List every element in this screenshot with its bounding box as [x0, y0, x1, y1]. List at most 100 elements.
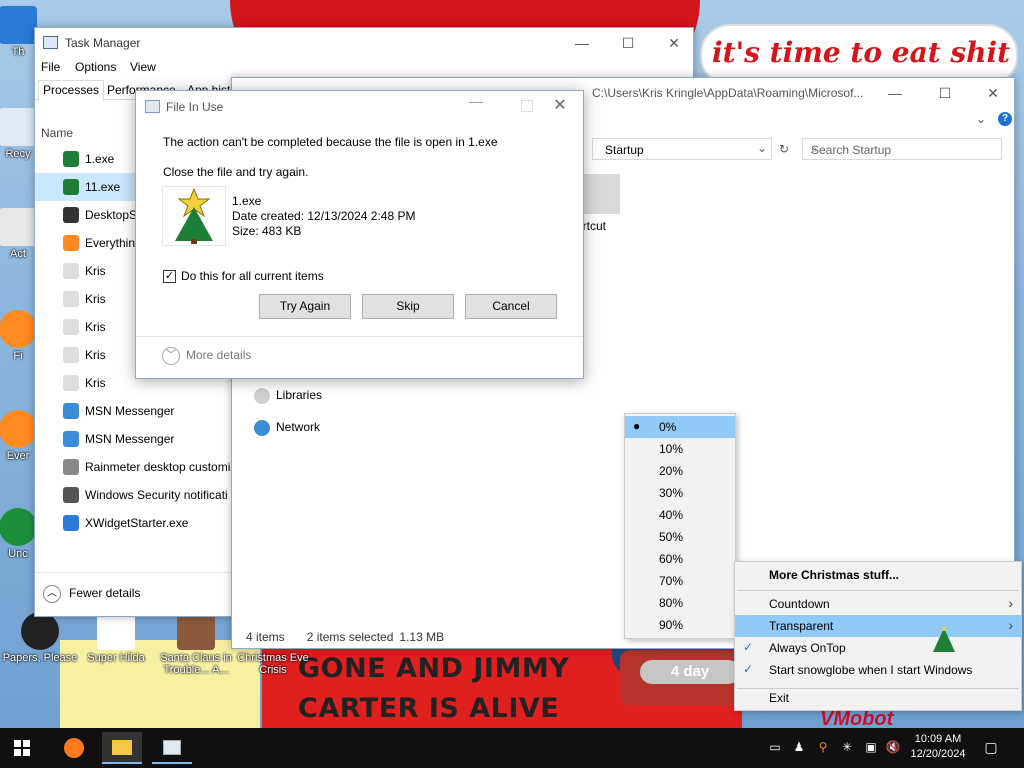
- divider: [737, 590, 1019, 591]
- more-details-button[interactable]: ﹀ More details: [162, 347, 251, 365]
- file-icon: [63, 347, 79, 363]
- divider: [136, 336, 583, 337]
- menu-item-more-christmas[interactable]: More Christmas stuff...: [735, 564, 1021, 586]
- rainmeter-icon: [63, 459, 79, 475]
- menu-item-percent[interactable]: 80%: [625, 592, 735, 614]
- nav-network[interactable]: Network: [254, 420, 320, 436]
- network-icon: [254, 420, 270, 436]
- menu-item-start-snowglobe-when-i-start-windows[interactable]: ✓ Start snowglobe when I start Windows: [735, 659, 1021, 681]
- status-size: 1.13 MB: [399, 630, 445, 644]
- process-name: 11.exe: [85, 180, 121, 194]
- process-name: XWidgetStarter.exe: [85, 516, 189, 530]
- menu-item-always-ontop[interactable]: ✓ Always OnTop: [735, 637, 1021, 659]
- maximize-button[interactable]: ☐: [605, 28, 651, 58]
- file-explorer-icon[interactable]: [102, 732, 142, 764]
- game-icon: [97, 612, 135, 650]
- refresh-icon[interactable]: ↻: [774, 138, 794, 160]
- menu-view[interactable]: View: [130, 60, 156, 74]
- minimize-button[interactable]: —: [559, 28, 605, 58]
- wallpaper-signature: VMobot: [820, 708, 894, 728]
- file-size: Size: 483 KB: [232, 224, 302, 238]
- help-icon[interactable]: ?: [998, 112, 1012, 126]
- search-icon: ⌕: [811, 142, 818, 156]
- file-icon: [63, 263, 79, 279]
- column-header-name[interactable]: Name: [41, 126, 73, 140]
- radio-dot-icon: ●: [633, 419, 641, 433]
- firefox-icon[interactable]: [54, 732, 94, 764]
- everything-icon: [0, 410, 37, 448]
- menu-options[interactable]: Options: [75, 60, 116, 74]
- file-thumbnail: [162, 186, 226, 246]
- task-manager-icon[interactable]: [152, 732, 192, 764]
- search-icon[interactable]: ⚲: [814, 738, 832, 756]
- chevron-right-icon: ›: [1008, 617, 1013, 633]
- desktop-icon[interactable]: Super Hilda: [76, 612, 156, 664]
- menu-item-percent[interactable]: 40%: [625, 504, 735, 526]
- menu-item-percent[interactable]: 20%: [625, 460, 735, 482]
- file-details: 1.exe Date created: 12/13/2024 2:48 PM S…: [232, 194, 415, 239]
- tree-icon: [63, 179, 79, 195]
- window-title: C:\Users\Kris Kringle\AppData\Roaming\Mi…: [592, 86, 864, 100]
- menu-item-percent[interactable]: 90%: [625, 614, 735, 636]
- transparency-submenu: ● 0% 10% 20% 30% 40% 50% 60% 70% 80% 90%: [624, 413, 736, 639]
- cancel-button[interactable]: Cancel: [465, 294, 557, 319]
- address-bar[interactable]: Startup ⌄: [592, 138, 772, 160]
- dialog-instruction: Close the file and try again.: [163, 165, 309, 179]
- checkmark-icon: ✓: [163, 270, 176, 284]
- desktop-icon[interactable]: Papers, Please: [0, 612, 80, 664]
- file-icon: [63, 375, 79, 391]
- minimize-button[interactable]: —: [872, 78, 918, 108]
- menu-file[interactable]: File: [41, 60, 60, 74]
- file-name: 1.exe: [232, 194, 262, 208]
- notifications-icon[interactable]: ▢: [982, 738, 1000, 756]
- tray-icon[interactable]: ♟: [790, 738, 808, 756]
- desktop-icon[interactable]: Santa Claus in Trouble... A...: [156, 612, 236, 676]
- process-row[interactable]: Windows Security notificati: [35, 481, 231, 509]
- tray-icon[interactable]: ▭: [766, 738, 784, 756]
- windows-start-icon[interactable]: [2, 732, 42, 764]
- snowglobe-countdown: 4 day: [640, 660, 740, 684]
- game-icon: [177, 612, 215, 650]
- network-icon[interactable]: ▣: [862, 738, 880, 756]
- search-input[interactable]: Search Startup ⌕: [802, 138, 1002, 160]
- close-button[interactable]: ✕: [651, 28, 697, 58]
- menu-item-exit[interactable]: Exit: [735, 687, 1021, 709]
- apply-to-all-checkbox[interactable]: ✓ Do this for all current items: [163, 269, 324, 284]
- nav-libraries[interactable]: Libraries: [254, 388, 322, 404]
- window-title: Task Manager: [65, 36, 141, 50]
- menu-item-percent[interactable]: 60%: [625, 548, 735, 570]
- app-icon: [0, 508, 37, 546]
- menu-item-percent[interactable]: 10%: [625, 438, 735, 460]
- close-button[interactable]: ✕: [537, 91, 583, 121]
- try-again-button[interactable]: Try Again: [259, 294, 351, 319]
- chevron-up-icon: ︿: [43, 585, 61, 603]
- game-icon: [21, 612, 59, 650]
- tab-processes[interactable]: Processes: [38, 80, 105, 101]
- menu-item-percent[interactable]: 30%: [625, 482, 735, 504]
- process-row[interactable]: Rainmeter desktop customiz: [35, 453, 231, 481]
- menu-item-countdown[interactable]: Countdown ›: [735, 593, 1021, 615]
- process-row[interactable]: MSN Messenger: [35, 425, 231, 453]
- menu-item-percent[interactable]: 50%: [625, 526, 735, 548]
- process-row[interactable]: XWidgetStarter.exe: [35, 509, 231, 537]
- fewer-details-button[interactable]: ︿ Fewer details: [43, 585, 140, 603]
- menu-item-transparent[interactable]: Transparent ›: [735, 615, 1021, 637]
- process-name: Windows Security notificati: [85, 488, 228, 502]
- process-row[interactable]: MSN Messenger: [35, 397, 231, 425]
- menu-item-percent[interactable]: ● 0%: [625, 416, 735, 438]
- title-bar[interactable]: Task Manager — ☐ ✕: [35, 28, 693, 58]
- menu-item-percent[interactable]: 70%: [625, 570, 735, 592]
- chevron-down-icon[interactable]: ⌄: [976, 112, 986, 126]
- skip-button[interactable]: Skip: [362, 294, 454, 319]
- tree-icon: [175, 187, 213, 244]
- volume-muted-icon[interactable]: 🔇: [884, 738, 902, 756]
- snowflake-icon[interactable]: ✳: [838, 738, 856, 756]
- chevron-down-icon: ﹀: [162, 347, 180, 365]
- minimize-button: —: [469, 93, 483, 109]
- libraries-icon: [254, 388, 270, 404]
- bottom-banner-line-1: GONE AND JIMMY: [298, 653, 570, 684]
- close-button[interactable]: ✕: [970, 78, 1016, 108]
- clock[interactable]: 10:09 AM 12/20/2024: [904, 732, 972, 762]
- maximize-button[interactable]: ☐: [922, 78, 968, 108]
- shield-icon: [63, 487, 79, 503]
